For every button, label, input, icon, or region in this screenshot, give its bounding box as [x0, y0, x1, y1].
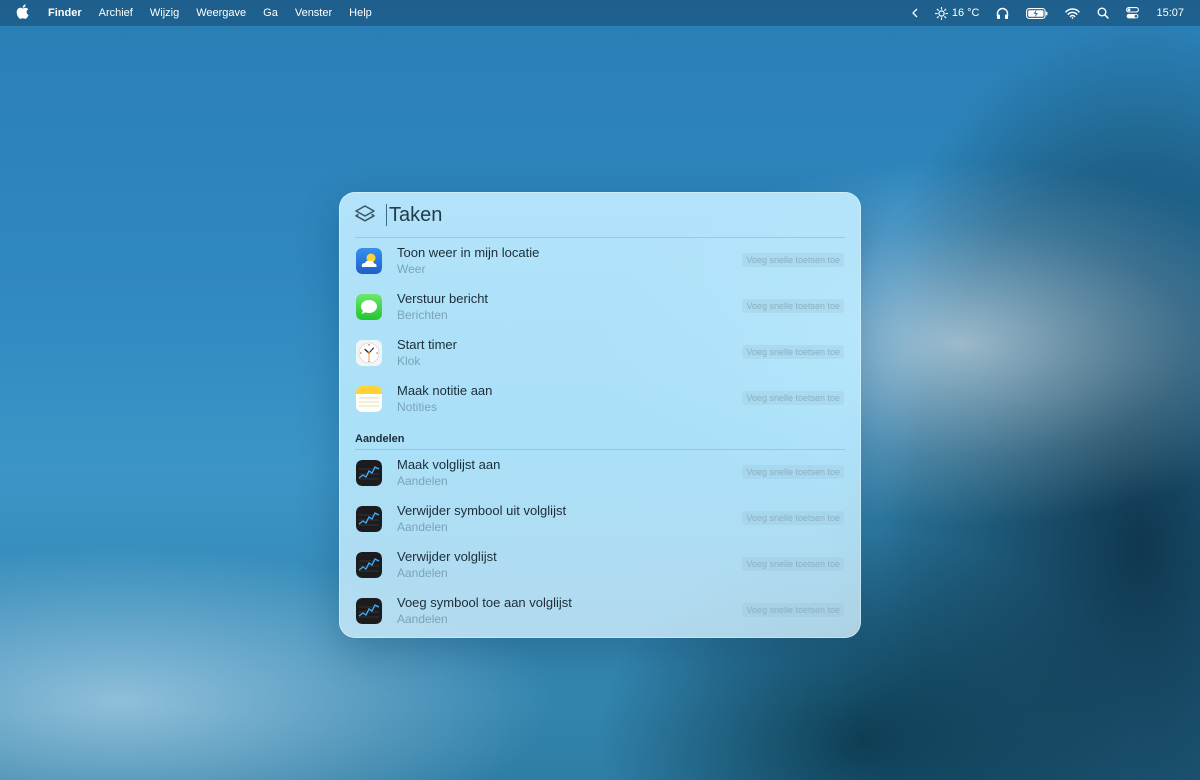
result-item[interactable]: Verwijder volglijst Aandelen Voeg snelle…	[339, 542, 861, 588]
result-title: Maak notitie aan	[397, 383, 493, 398]
menu-app-name[interactable]: Finder	[48, 7, 82, 19]
menu-clock[interactable]: 15:07	[1156, 7, 1184, 19]
menu-ga[interactable]: Ga	[263, 7, 278, 19]
menu-bar-right: 16 °C 15:07	[895, 5, 1184, 21]
menu-archief[interactable]: Archief	[99, 7, 133, 19]
sun-icon	[934, 5, 948, 21]
add-shortcut-button[interactable]: Voeg snelle toetsen toe	[742, 391, 844, 405]
result-item[interactable]: Voeg symbool toe aan volglijst Aandelen …	[339, 588, 861, 634]
menu-venster[interactable]: Venster	[295, 7, 332, 19]
result-subtitle: Berichten	[397, 308, 448, 322]
wifi-icon[interactable]	[1065, 5, 1081, 21]
result-title: Verwijder symbool uit volglijst	[397, 503, 567, 518]
add-shortcut-button[interactable]: Voeg snelle toetsen toe	[742, 345, 844, 359]
stocks-app-icon	[356, 598, 382, 624]
apple-logo[interactable]	[16, 4, 29, 22]
result-title: Verwijder volglijst	[397, 549, 497, 564]
result-subtitle: Weer	[397, 262, 426, 276]
spotlight-search-input[interactable]: Taken	[389, 204, 442, 227]
result-item[interactable]: Start timer Klok Voeg snelle toetsen toe	[339, 330, 861, 376]
result-item[interactable]: Verstuur bericht Berichten Voeg snelle t…	[339, 284, 861, 330]
section-header: Aandelen	[355, 433, 405, 445]
stocks-app-icon	[356, 552, 382, 578]
menu-bar-left: Finder Archief Wijzig Weergave Ga Venste…	[16, 4, 389, 22]
result-subtitle: Aandelen	[397, 474, 448, 488]
menu-bar: Finder Archief Wijzig Weergave Ga Venste…	[0, 0, 1200, 26]
shortcuts-layers-icon	[355, 205, 375, 222]
search-icon[interactable]	[1097, 5, 1110, 21]
add-shortcut-button[interactable]: Voeg snelle toetsen toe	[742, 465, 844, 479]
menu-weergave[interactable]: Weergave	[196, 7, 246, 19]
result-title: Voeg symbool toe aan volglijst	[397, 595, 572, 610]
result-item[interactable]: Verwijder symbool uit volglijst Aandelen…	[339, 496, 861, 542]
menu-wijzig[interactable]: Wijzig	[150, 7, 179, 19]
add-shortcut-button[interactable]: Voeg snelle toetsen toe	[742, 557, 844, 571]
result-item[interactable]: Maak volglijst aan Aandelen Voeg snelle …	[339, 450, 861, 496]
add-shortcut-button[interactable]: Voeg snelle toetsen toe	[742, 299, 844, 313]
clock-app-icon	[356, 340, 382, 366]
result-subtitle: Aandelen	[397, 566, 448, 580]
spotlight-search-row[interactable]: Taken	[339, 192, 861, 238]
control-center-icon[interactable]	[1126, 5, 1140, 21]
spotlight-panel: Taken Toon weer in mijn locatie Weer Voe…	[339, 192, 861, 638]
battery-icon[interactable]	[1026, 5, 1048, 21]
messages-app-icon	[356, 294, 382, 320]
result-subtitle: Aandelen	[397, 520, 448, 534]
result-subtitle: Aandelen	[397, 612, 448, 626]
add-shortcut-button[interactable]: Voeg snelle toetsen toe	[742, 603, 844, 617]
result-title: Toon weer in mijn locatie	[397, 245, 540, 260]
result-item[interactable]: Maak notitie aan Notities Voeg snelle to…	[339, 376, 861, 422]
stocks-app-icon	[356, 460, 382, 486]
result-item[interactable]: Toon weer in mijn locatie Weer Voeg snel…	[339, 238, 861, 284]
text-caret	[386, 204, 387, 226]
result-subtitle: Klok	[397, 354, 421, 368]
headphones-icon[interactable]	[996, 5, 1009, 21]
result-title: Verstuur bericht	[397, 291, 489, 306]
weather-temperature: 16 °C	[951, 7, 980, 19]
chevron-left-icon[interactable]	[911, 5, 918, 21]
notes-app-icon	[356, 386, 382, 412]
result-title: Maak volglijst aan	[397, 457, 501, 472]
add-shortcut-button[interactable]: Voeg snelle toetsen toe	[742, 511, 844, 525]
add-shortcut-button[interactable]: Voeg snelle toetsen toe	[742, 253, 844, 267]
menu-help[interactable]: Help	[349, 7, 372, 19]
result-title: Start timer	[397, 337, 457, 352]
weather-app-icon	[356, 248, 382, 274]
result-subtitle: Notities	[397, 400, 438, 414]
stocks-app-icon	[356, 506, 382, 532]
weather-menu-item[interactable]: 16 °C	[934, 5, 980, 21]
